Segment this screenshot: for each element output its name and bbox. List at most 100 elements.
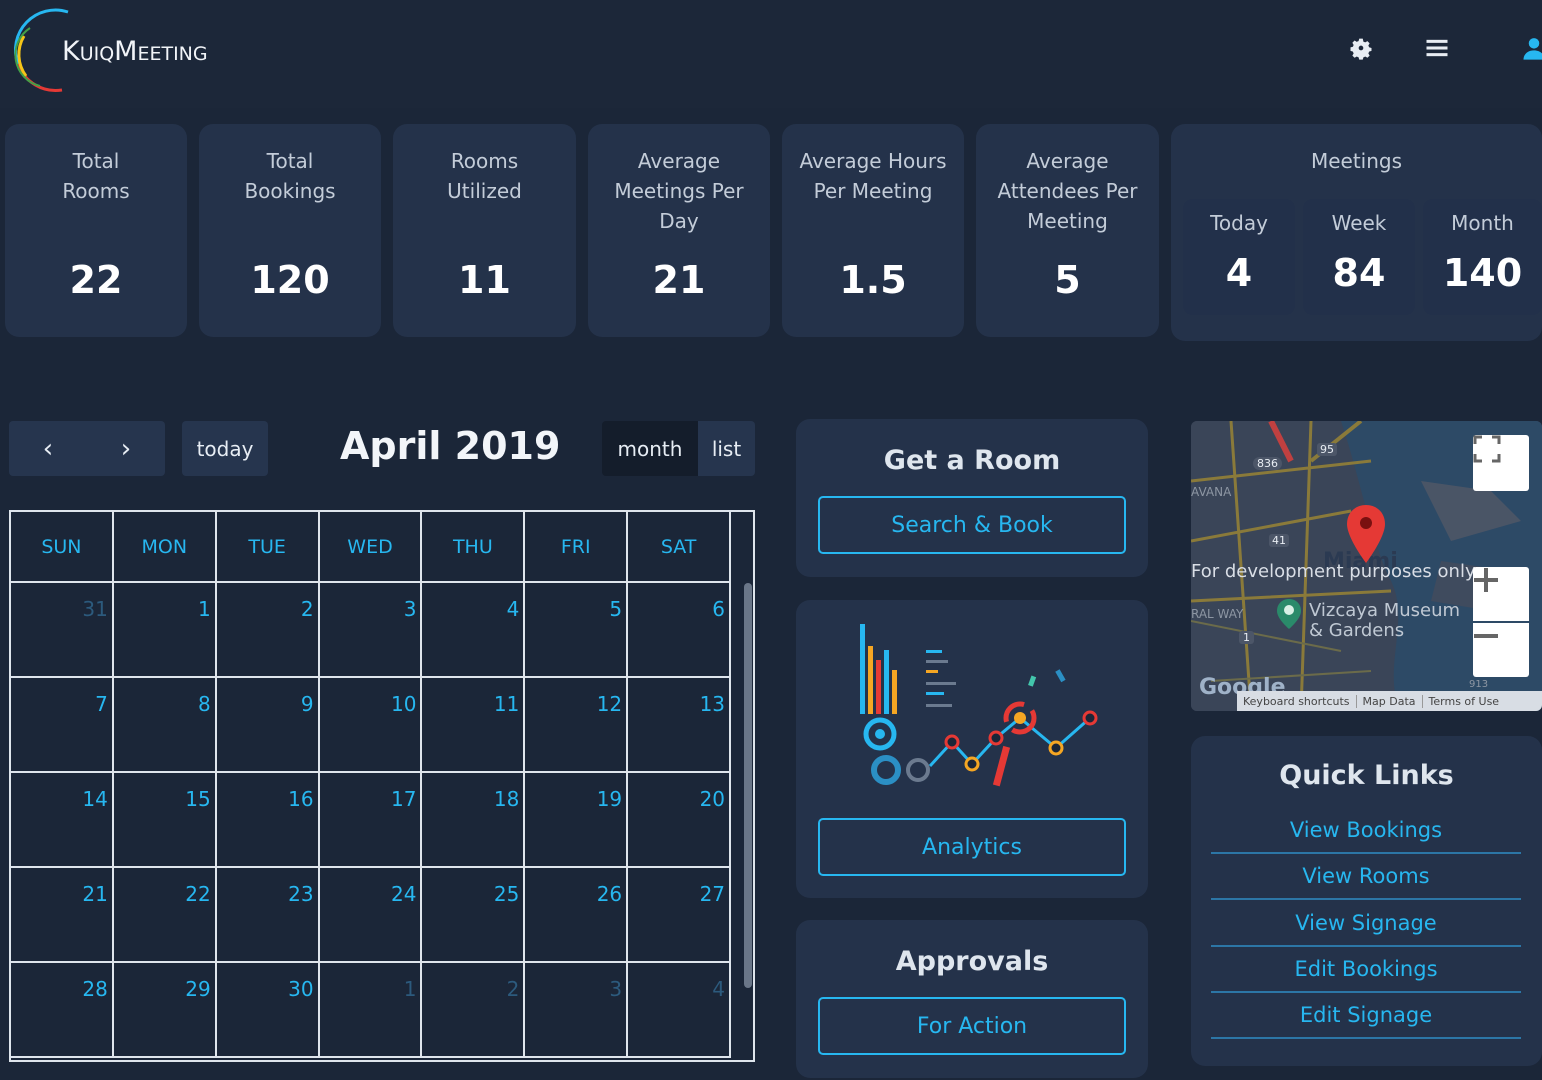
calendar-prev-button[interactable]: ‹ (9, 421, 87, 476)
plus-icon (1474, 568, 1498, 592)
terms-of-use-link[interactable]: Terms of Use (1423, 695, 1506, 708)
calendar-day-cell[interactable]: 17 (320, 773, 423, 866)
meetings-today: Today 4 (1183, 199, 1295, 315)
calendar-day-cell[interactable]: 16 (217, 773, 320, 866)
calendar-next-button[interactable]: › (87, 421, 165, 476)
chevron-left-icon: ‹ (42, 433, 54, 464)
weekday-sun: SUN (11, 512, 114, 581)
quick-links-panel: Quick Links View Bookings View Rooms Vie… (1191, 736, 1542, 1066)
stat-value: 120 (250, 258, 330, 302)
calendar-view-month-button[interactable]: month (602, 421, 698, 476)
calendar-day-cell[interactable]: 3 (320, 583, 423, 676)
calendar-day-cell[interactable]: 14 (11, 773, 114, 866)
meetings-month-label: Month (1451, 211, 1514, 235)
stat-card-meetings: Meetings Today 4 Week 84 Month 140 (1171, 124, 1542, 341)
stat-label: Average Meetings Per Day (614, 149, 744, 233)
analytics-illustration-icon (860, 624, 1098, 787)
calendar-day-cell[interactable]: 8 (114, 678, 217, 771)
calendar-day-cell[interactable]: 4 (422, 583, 526, 676)
calendar-day-cell[interactable]: 13 (628, 678, 732, 771)
calendar-weekday-header: SUN MON TUE WED THU FRI SAT (11, 512, 732, 583)
stat-label: Total Bookings (244, 149, 336, 203)
calendar-day-cell[interactable]: 19 (525, 773, 629, 866)
calendar-day-cell[interactable]: 3 (525, 963, 629, 1056)
map-poi-label: Vizcaya Museum & Gardens (1309, 601, 1460, 641)
quick-link-view-rooms[interactable]: View Rooms (1211, 854, 1521, 900)
calendar-day-cell[interactable]: 23 (217, 868, 320, 961)
stat-value: 11 (458, 258, 511, 302)
meetings-title: Meetings (1310, 149, 1403, 173)
calendar-day-cell[interactable]: 5 (525, 583, 629, 676)
weekday-fri: FRI (525, 512, 629, 581)
calendar-day-cell[interactable]: 1 (320, 963, 423, 1056)
weekday-thu: THU (422, 512, 526, 581)
calendar-day-cell[interactable]: 25 (422, 868, 526, 961)
calendar-scrollbar[interactable] (744, 583, 752, 988)
calendar-view-list-button[interactable]: list (698, 421, 755, 476)
calendar-day-cell[interactable]: 4 (628, 963, 732, 1056)
map-highway-shield: 836 (1253, 457, 1282, 470)
for-action-button[interactable]: For Action (818, 997, 1126, 1055)
stat-card-average-attendees-per-meeting: Average Attendees Per Meeting 5 (976, 124, 1159, 337)
get-room-panel: Get a Room Search & Book (796, 419, 1148, 577)
calendar-day-cell[interactable]: 28 (11, 963, 114, 1056)
calendar-day-cell[interactable]: 11 (422, 678, 526, 771)
calendar-day-cell[interactable]: 30 (217, 963, 320, 1056)
calendar-day-cell[interactable]: 26 (525, 868, 629, 961)
stat-label: Average Attendees Per Meeting (997, 149, 1138, 233)
calendar-day-cell[interactable]: 29 (114, 963, 217, 1056)
calendar-day-cell[interactable]: 20 (628, 773, 732, 866)
calendar-day-cell[interactable]: 2 (422, 963, 526, 1056)
calendar-day-cell[interactable]: 9 (217, 678, 320, 771)
quick-link-view-signage[interactable]: View Signage (1211, 901, 1521, 947)
calendar-day-cell[interactable]: 31 (11, 583, 114, 676)
map-data-link[interactable]: Map Data (1357, 694, 1423, 708)
map-poi-line1: Vizcaya Museum (1309, 600, 1461, 621)
calendar-day-cell[interactable]: 24 (320, 868, 423, 961)
calendar-day-cell[interactable]: 12 (525, 678, 629, 771)
stat-card-average-meetings-per-day: Average Meetings Per Day 21 (588, 124, 770, 337)
calendar-today-button[interactable]: today (182, 421, 268, 476)
calendar-day-cell[interactable]: 6 (628, 583, 732, 676)
analytics-button[interactable]: Analytics (818, 818, 1126, 876)
search-and-book-button[interactable]: Search & Book (818, 496, 1126, 554)
get-room-title: Get a Room (883, 445, 1061, 476)
meetings-week-label: Week (1331, 211, 1387, 235)
calendar-day-cell[interactable]: 18 (422, 773, 526, 866)
minus-icon (1474, 634, 1498, 638)
location-marker-icon[interactable] (1347, 505, 1385, 563)
quick-link-view-bookings[interactable]: View Bookings (1211, 808, 1521, 854)
calendar-day-cell[interactable]: 27 (628, 868, 732, 961)
map-road-label: AVANA (1191, 485, 1232, 499)
stat-card-average-hours-per-meeting: Average Hours Per Meeting 1.5 (782, 124, 964, 337)
calendar-day-cell[interactable]: 22 (114, 868, 217, 961)
stat-card-total-bookings: Total Bookings 120 (199, 124, 381, 337)
quick-link-edit-bookings[interactable]: Edit Bookings (1211, 947, 1521, 993)
weekday-tue: TUE (217, 512, 320, 581)
map-road-label: RAL WAY (1191, 607, 1244, 621)
calendar-day-cell[interactable]: 1 (114, 583, 217, 676)
calendar-day-cell[interactable]: 7 (11, 678, 114, 771)
calendar-day-cell[interactable]: 10 (320, 678, 423, 771)
map-zoom-out-button[interactable] (1473, 623, 1529, 677)
map-highway-shield: 41 (1269, 534, 1289, 547)
calendar-day-cell[interactable]: 15 (114, 773, 217, 866)
stat-card-total-rooms: Total Rooms 22 (5, 124, 187, 337)
stat-value: 22 (69, 258, 123, 302)
keyboard-shortcuts-link[interactable]: Keyboard shortcuts (1237, 694, 1357, 708)
gear-icon[interactable] (1347, 34, 1375, 62)
weekday-wed: WED (320, 512, 423, 581)
location-map[interactable]: AVANA RAL WAY 836 95 41 1 913 Miami For … (1191, 421, 1542, 711)
weekday-sat: SAT (628, 512, 732, 581)
map-highway-shield: 95 (1317, 443, 1337, 456)
quick-link-edit-signage[interactable]: Edit Signage (1211, 993, 1521, 1039)
map-zoom-in-button[interactable] (1473, 567, 1529, 621)
user-icon[interactable] (1520, 34, 1542, 62)
meetings-month: Month 140 (1423, 199, 1542, 315)
calendar-day-cell[interactable]: 2 (217, 583, 320, 676)
map-fullscreen-button[interactable] (1473, 435, 1529, 491)
hamburger-menu-icon[interactable] (1423, 34, 1451, 62)
kuiqmeeting-logo[interactable]: KuiqMeeting (10, 6, 270, 96)
app-header: KuiqMeeting (0, 0, 1542, 108)
calendar-day-cell[interactable]: 21 (11, 868, 114, 961)
